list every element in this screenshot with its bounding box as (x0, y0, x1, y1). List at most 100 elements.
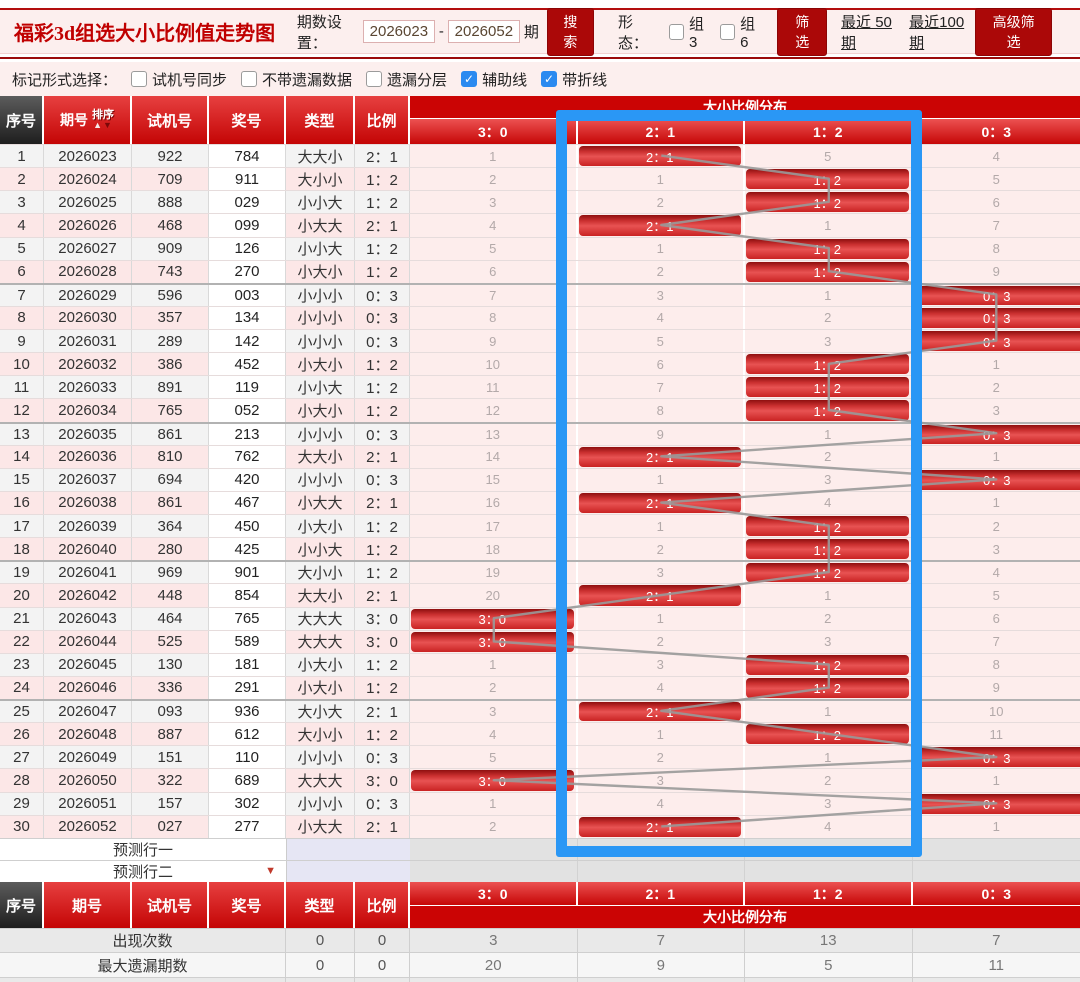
test-number-cell: 596 (132, 285, 209, 306)
trend-cell: 4 (745, 816, 913, 838)
prediction-label: 预测行二 (113, 861, 173, 882)
stat-value-30: 20 (410, 952, 578, 977)
period-cell: 2026030 (44, 307, 132, 329)
prediction-input-cell[interactable] (286, 861, 410, 882)
period-cell: 2026031 (44, 330, 132, 352)
prize-number-cell: 302 (209, 793, 286, 815)
trend-cell: 7 (578, 376, 746, 398)
ratio-capsule: 2：1 (579, 215, 742, 235)
stat-value-03: 7 (913, 928, 1080, 952)
miss-count: 1 (657, 172, 664, 187)
period-to-input[interactable] (448, 20, 520, 43)
ratio-cell: 0：3 (355, 793, 410, 815)
mark-option-checkbox[interactable] (131, 71, 147, 87)
trend-cell: 1：2 (745, 238, 913, 260)
period-cell: 2026034 (44, 399, 132, 421)
prize-number-cell: 612 (209, 723, 286, 745)
trend-cell: 2 (578, 191, 746, 213)
sort-control[interactable]: 排序 ▲▼ (92, 110, 114, 130)
period-settings: 期数设置： - 期 搜索 (297, 8, 594, 56)
table-row: 282026050322689大大大3：03：0321 (0, 768, 1080, 791)
miss-count: 8 (657, 403, 664, 418)
seq-cell: 19 (0, 562, 44, 583)
test-number-cell: 386 (132, 353, 209, 375)
period-cell: 2026037 (44, 469, 132, 491)
recent-100-link[interactable]: 最近100期 (909, 11, 975, 53)
ratio-capsule: 1：2 (746, 239, 909, 259)
table-row: 92026031289142小小小0：39530：3 (0, 329, 1080, 352)
trend-cell: 1 (578, 168, 746, 190)
search-button[interactable]: 搜索 (547, 8, 594, 56)
ratio-cell: 2：1 (355, 816, 410, 838)
trend-cell: 2 (913, 376, 1080, 398)
group6-checkbox[interactable] (720, 24, 735, 40)
group3-label: 组3 (689, 13, 710, 51)
col-header-prize: 奖号 (209, 96, 286, 144)
trend-cell: 2 (410, 677, 578, 699)
test-number-cell: 861 (132, 492, 209, 514)
trend-cell: 10 (913, 701, 1080, 722)
miss-count: 2 (824, 449, 831, 464)
prediction-input-cell[interactable] (286, 839, 410, 860)
prize-number-cell: 003 (209, 285, 286, 306)
table-footer-header: 序号 期号 试机号 奖号 类型 比例 3：0 2：1 1：2 0：3 大小比例分… (0, 882, 1080, 928)
miss-count: 1 (489, 149, 496, 164)
mark-option-checkbox[interactable]: ✓ (541, 71, 557, 87)
period-cell: 2026029 (44, 285, 132, 306)
trend-cell: 4 (578, 677, 746, 699)
type-cell: 大大小 (286, 584, 355, 606)
mark-option-checkbox[interactable] (366, 71, 382, 87)
trend-cell: 2 (410, 816, 578, 838)
prize-number-cell: 119 (209, 376, 286, 398)
miss-count: 1 (824, 427, 831, 442)
advanced-filter-button[interactable]: 高级筛选 (975, 8, 1052, 56)
recent-50-link[interactable]: 最近 50期 (841, 11, 903, 53)
trend-cell: 20 (410, 584, 578, 606)
ratio-cell: 1：2 (355, 191, 410, 213)
ratio-capsule: 0：3 (914, 425, 1080, 444)
divider (0, 57, 1080, 59)
stat-value-21: 9 (578, 952, 746, 977)
filter-button[interactable]: 筛选 (777, 8, 827, 56)
miss-count: 4 (657, 310, 664, 325)
type-cell: 大小小 (286, 723, 355, 745)
miss-count: 6 (993, 611, 1000, 626)
test-number-cell: 448 (132, 584, 209, 606)
prize-number-cell: 420 (209, 469, 286, 491)
seq-cell: 20 (0, 584, 44, 606)
col-header-seq: 序号 (0, 882, 44, 928)
test-number-cell: 157 (132, 793, 209, 815)
seq-cell: 7 (0, 285, 44, 306)
seq-cell: 6 (0, 261, 44, 283)
mark-option-checkbox[interactable] (241, 71, 257, 87)
mark-option-checkbox[interactable]: ✓ (461, 71, 477, 87)
group3-checkbox[interactable] (669, 24, 684, 40)
miss-count: 1 (489, 657, 496, 672)
miss-count: 1 (657, 727, 664, 742)
trend-cell: 2 (578, 538, 746, 560)
period-cell: 2026042 (44, 584, 132, 606)
down-arrow-icon[interactable]: ▼ (265, 865, 276, 877)
trend-cell: 3 (410, 701, 578, 722)
sort-desc-icon: ▼ (103, 120, 113, 130)
seq-cell: 15 (0, 469, 44, 491)
trend-cell: 2：1 (578, 701, 746, 722)
ratio-capsule: 1：2 (746, 724, 909, 744)
seq-cell: 13 (0, 424, 44, 445)
test-number-cell: 891 (132, 376, 209, 398)
prize-number-cell: 911 (209, 168, 286, 190)
table-row: 132026035861213小小小0：313910：3 (0, 422, 1080, 445)
miss-count: 2 (657, 195, 664, 210)
type-cell: 小小大 (286, 238, 355, 260)
ratio-capsule: 1：2 (746, 377, 909, 397)
test-number-cell: 468 (132, 214, 209, 236)
trend-cell: 3 (578, 562, 746, 583)
trend-cell: 5 (578, 330, 746, 352)
trend-cell: 1：2 (745, 191, 913, 213)
test-number-cell: 709 (132, 168, 209, 190)
period-from-input[interactable] (363, 20, 435, 43)
trend-cell: 3 (745, 631, 913, 653)
miss-count: 14 (486, 449, 500, 464)
trend-cell: 10 (410, 353, 578, 375)
miss-count: 4 (824, 819, 831, 834)
